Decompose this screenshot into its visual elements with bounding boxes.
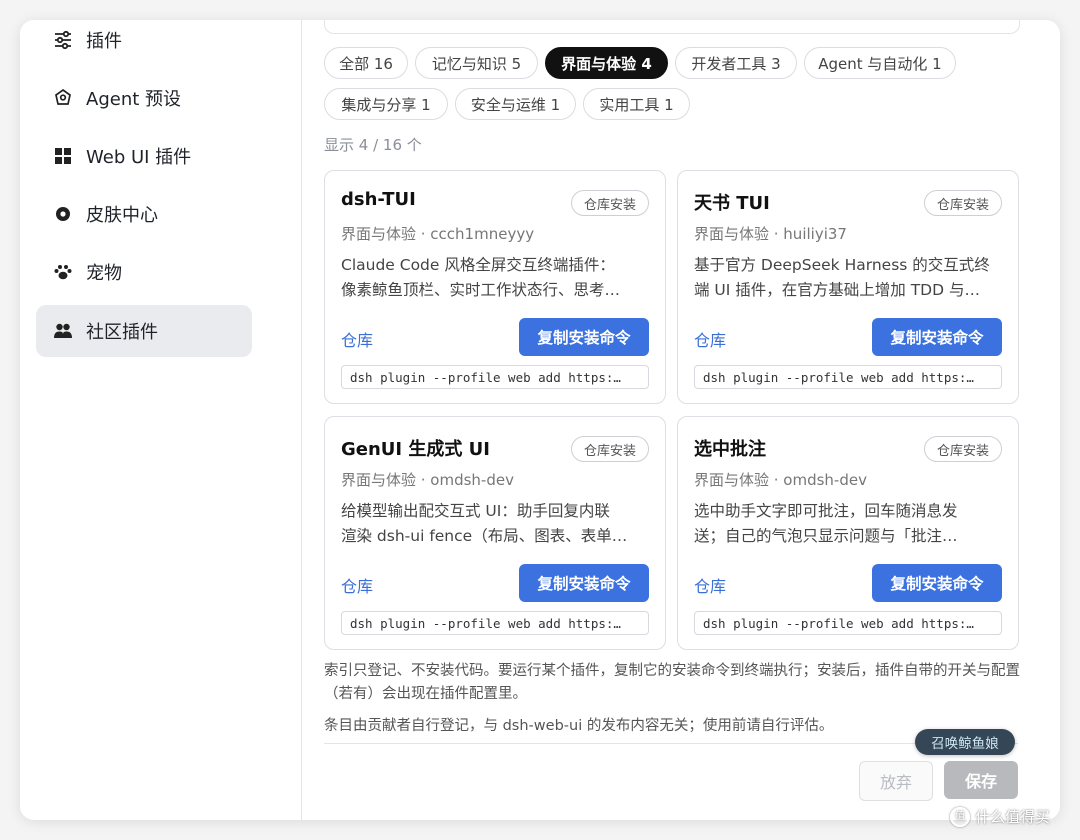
main-panel: 全部 16 记忆与知识 5 界面与体验 4 开发者工具 3 Agent 与自动化… xyxy=(302,20,1060,820)
install-type-badge: 仓库安装 xyxy=(570,190,649,216)
watermark: 值 什么值得买 xyxy=(950,806,1050,827)
sidebar-item-label: 插件 xyxy=(86,31,122,52)
plugin-meta: 界面与体验 · omdsh-dev xyxy=(341,471,514,489)
install-type-badge: 仓库安装 xyxy=(570,436,649,462)
paw-icon xyxy=(50,259,76,285)
settings-window: 插件 Agent 预设 Web UI 插件 皮肤中心 宠物 社区插件 全部 16… xyxy=(20,20,1060,820)
plugin-title: 选中批注 xyxy=(694,439,766,460)
filter-chip-integration[interactable]: 集成与分享 1 xyxy=(324,88,448,120)
install-type-badge: 仓库安装 xyxy=(923,190,1002,216)
sidebar-item-community-plugins[interactable]: 社区插件 xyxy=(36,305,252,357)
plugin-title: GenUI 生成式 UI xyxy=(341,439,490,460)
index-note-install: 索引只登记、不安装代码。要运行某个插件，复制它的安装命令到终端执行；安装后，插件… xyxy=(324,663,1020,702)
plugin-title: dsh-TUI xyxy=(341,189,416,210)
plugin-card: GenUI 生成式 UI 仓库安装 界面与体验 · omdsh-dev 给模型输… xyxy=(324,416,666,650)
sidebar: 插件 Agent 预设 Web UI 插件 皮肤中心 宠物 社区插件 xyxy=(20,20,302,820)
sidebar-item-agent-preset[interactable]: Agent 预设 xyxy=(36,72,252,124)
plugin-meta: 界面与体验 · ccch1mneyyy xyxy=(341,225,535,243)
filter-chip-all[interactable]: 全部 16 xyxy=(324,47,408,79)
sidebar-item-skin-center[interactable]: 皮肤中心 xyxy=(36,188,252,240)
filter-chip-agent-automation[interactable]: Agent 与自动化 1 xyxy=(804,47,956,79)
search-box[interactable] xyxy=(324,20,1020,34)
plugin-card: dsh-TUI 仓库安装 界面与体验 · ccch1mneyyy Claude … xyxy=(324,170,666,404)
save-button[interactable]: 保存 xyxy=(944,761,1018,799)
install-type-badge: 仓库安装 xyxy=(923,436,1002,462)
grid-icon xyxy=(50,143,76,169)
plugin-description: Claude Code 风格全屏交互终端插件： 像素鲸鱼顶栏、实时工作状态行、思… xyxy=(341,256,621,299)
sidebar-item-webui-plugins[interactable]: Web UI 插件 xyxy=(36,130,252,182)
sidebar-item-plugins[interactable]: 插件 xyxy=(36,20,252,66)
plugin-description: 选中助手文字即可批注，回车随消息发 送；自己的气泡只显示问题与「批注… xyxy=(694,502,958,545)
sidebar-item-label: Web UI 插件 xyxy=(86,147,192,168)
copy-install-command-button[interactable]: 复制安装命令 xyxy=(872,318,1002,356)
discard-button[interactable]: 放弃 xyxy=(859,761,933,801)
sidebar-item-label: Agent 预设 xyxy=(86,89,182,110)
sidebar-item-label: 宠物 xyxy=(86,263,122,284)
repo-link[interactable]: 仓库 xyxy=(341,573,373,597)
filter-chip-security[interactable]: 安全与运维 1 xyxy=(455,88,576,120)
index-note-disclaimer: 条目由贡献者自行登记，与 dsh-web-ui 的发布内容无关；使用前请自行评估… xyxy=(324,718,834,734)
plugin-card: 选中批注 仓库安装 界面与体验 · omdsh-dev 选中助手文字即可批注，回… xyxy=(677,416,1019,650)
copy-install-command-button[interactable]: 复制安装命令 xyxy=(519,564,649,602)
filter-chip-memory[interactable]: 记忆与知识 5 xyxy=(415,47,538,79)
install-command[interactable]: dsh plugin --profile web add https:… xyxy=(341,365,649,389)
footer-divider xyxy=(324,743,1018,744)
sidebar-item-label: 社区插件 xyxy=(86,322,158,343)
agent-preset-icon xyxy=(50,85,76,111)
install-command[interactable]: dsh plugin --profile web add https:… xyxy=(694,611,1002,635)
index-notes: 索引只登记、不安装代码。要运行某个插件，复制它的安装命令到终端执行；安装后，插件… xyxy=(324,660,1020,747)
result-count: 显示 4 / 16 个 xyxy=(324,136,422,154)
repo-link[interactable]: 仓库 xyxy=(341,327,373,351)
filter-chip-utilities[interactable]: 实用工具 1 xyxy=(583,88,690,120)
copy-install-command-button[interactable]: 复制安装命令 xyxy=(519,318,649,356)
plugin-card: 天书 TUI 仓库安装 界面与体验 · huiliyi37 基于官方 DeepS… xyxy=(677,170,1019,404)
watermark-logo-icon: 值 xyxy=(950,806,970,827)
plugin-description: 基于官方 DeepSeek Harness 的交互式终 端 UI 插件，在官方基… xyxy=(694,256,990,299)
sidebar-item-label: 皮肤中心 xyxy=(86,205,158,226)
community-icon xyxy=(50,318,76,344)
install-command[interactable]: dsh plugin --profile web add https:… xyxy=(341,611,649,635)
copy-install-command-button[interactable]: 复制安装命令 xyxy=(872,564,1002,602)
sidebar-item-pets[interactable]: 宠物 xyxy=(36,246,252,298)
repo-link[interactable]: 仓库 xyxy=(694,573,726,597)
filter-chip-dev-tools[interactable]: 开发者工具 3 xyxy=(675,47,797,79)
watermark-text: 什么值得买 xyxy=(975,808,1051,826)
plugin-title: 天书 TUI xyxy=(694,193,770,214)
filter-chip-ui-experience[interactable]: 界面与体验 4 xyxy=(545,47,668,79)
install-command[interactable]: dsh plugin --profile web add https:… xyxy=(694,365,1002,389)
sliders-icon xyxy=(50,27,76,53)
summon-whale-button[interactable]: 召唤鲸鱼娘 xyxy=(915,729,1015,755)
plugin-description: 给模型输出配交互式 UI：助手回复内联 渲染 dsh-ui fence（布局、图… xyxy=(341,502,628,545)
plugin-meta: 界面与体验 · huiliyi37 xyxy=(694,225,847,243)
repo-link[interactable]: 仓库 xyxy=(694,327,726,351)
plugin-meta: 界面与体验 · omdsh-dev xyxy=(694,471,867,489)
target-icon xyxy=(50,201,76,227)
